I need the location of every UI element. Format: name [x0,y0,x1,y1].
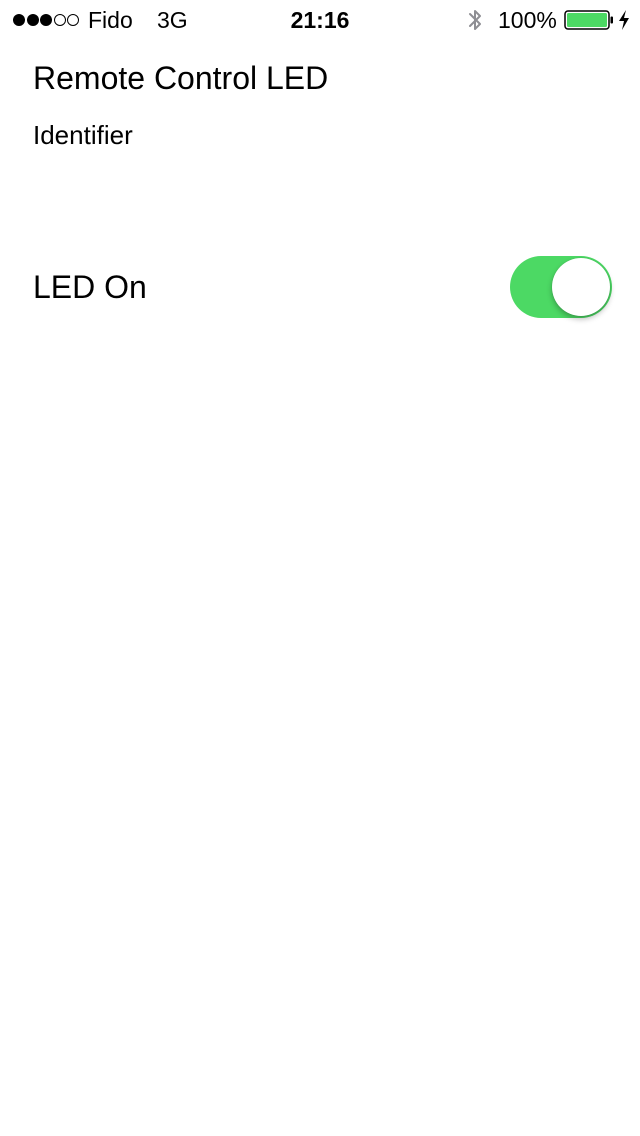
led-toggle-label: LED On [33,269,147,305]
battery-fill [567,13,607,27]
bluetooth-icon [469,10,481,30]
led-on-switch[interactable] [510,256,612,318]
identifier-label: Identifier [33,120,133,150]
battery-percentage: 100% [498,7,557,33]
page-title: Remote Control LED [33,60,329,96]
lightning-bolt-icon [619,10,629,30]
led-toggle-row: LED On [0,254,640,320]
status-bar: Fido 3G 21:16 100% [0,0,640,40]
battery-icon [564,10,613,30]
switch-knob[interactable] [552,258,610,316]
